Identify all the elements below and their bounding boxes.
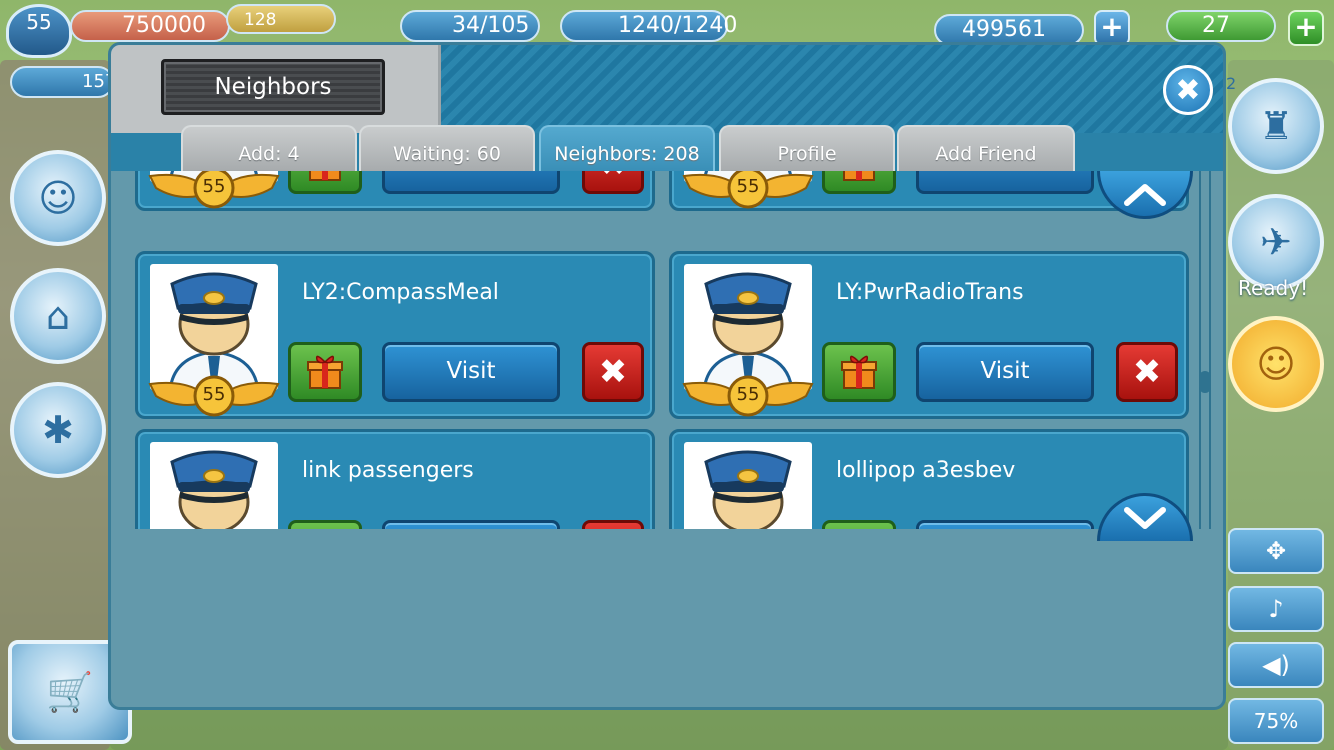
player-level: 55: [26, 10, 52, 34]
level-badge-value: 55: [202, 384, 226, 405]
zoom-level[interactable]: 75%: [1228, 698, 1324, 744]
visit-button[interactable]: Visit: [916, 171, 1094, 194]
vehicles-button[interactable]: ✱: [10, 382, 106, 478]
tab-neighbors[interactable]: Neighbors: 208: [539, 125, 715, 171]
stars-counter: 128: [226, 4, 336, 34]
pilot-avatar-icon: [702, 272, 794, 390]
close-icon: ✖: [1132, 352, 1162, 392]
neighbor-card: 55 Visit ✖: [135, 171, 655, 211]
bucks-value: 499561: [962, 17, 1046, 42]
scroll-thumb[interactable]: [1199, 371, 1211, 393]
dialog-title: Neighbors: [161, 59, 385, 115]
tickets-value: 27: [1202, 13, 1230, 38]
neighbor-avatar: [684, 442, 812, 529]
move-icon: ✥: [1265, 537, 1287, 565]
neighbor-card: 55 LY:PwrRadioTrans Visit ✖: [669, 251, 1189, 419]
send-gift-button[interactable]: [822, 342, 896, 402]
close-icon: ✖: [599, 171, 628, 184]
coins-counter: 750000: [70, 10, 230, 42]
remove-neighbor-button[interactable]: ✖: [1116, 342, 1178, 402]
neighbor-card: 55link passengersVisit✖: [135, 429, 655, 529]
neighbor-card: 55 LY2:CompassMeal Visit ✖: [135, 251, 655, 419]
move-tool-button[interactable]: ✥: [1228, 528, 1324, 574]
population-counter: 157: [10, 66, 116, 98]
level-badge-value: 55: [736, 176, 760, 197]
gift-icon: [309, 171, 341, 181]
speaker-icon: ◀): [1262, 651, 1290, 679]
airplane-icon: ✈: [1260, 220, 1292, 264]
mood-button[interactable]: ☺: [1228, 316, 1324, 412]
control-tower-button[interactable]: ♜: [1228, 78, 1324, 174]
advisor-button[interactable]: ☺: [10, 150, 106, 246]
visit-button[interactable]: Visit: [382, 520, 560, 529]
gift-icon: [307, 355, 343, 389]
send-gift-button[interactable]: [288, 171, 362, 194]
neighbor-avatar: [684, 264, 812, 390]
visit-button[interactable]: Visit: [382, 171, 560, 194]
visit-button[interactable]: Visit: [382, 342, 560, 402]
pilot-avatar-icon: [170, 450, 258, 529]
neighbor-name: LY:PwrRadioTrans: [836, 280, 1024, 305]
advisor-icon: ☺: [38, 176, 78, 220]
music-off-icon: ♪: [1268, 595, 1284, 623]
smiley-icon: ☺: [1256, 342, 1296, 386]
zoom-value: 75%: [1253, 709, 1299, 733]
close-button[interactable]: ✖: [1163, 65, 1213, 115]
tab-add-friend[interactable]: Add Friend: [897, 125, 1075, 171]
visit-button[interactable]: Visit: [916, 520, 1094, 529]
player-level-badge[interactable]: 55: [6, 4, 72, 58]
sound-toggle-button[interactable]: ◀): [1228, 642, 1324, 688]
close-icon: ✖: [598, 352, 628, 392]
tower-icon: ♜: [1258, 104, 1294, 148]
passengers-value: 34/105: [452, 13, 530, 38]
fan-icon: ✱: [42, 408, 74, 452]
gift-icon: [843, 171, 875, 181]
level-badge: 55: [680, 374, 816, 418]
construction-button[interactable]: ⌂: [10, 268, 106, 364]
neighbor-name: LY2:CompassMeal: [302, 280, 499, 305]
level-badge-value: 55: [202, 176, 226, 197]
level-badge: 55: [146, 171, 282, 210]
shopping-cart-icon: 🛒: [46, 669, 94, 714]
passengers-counter: 34/105: [400, 10, 540, 42]
radar-count: 2: [1226, 74, 1237, 93]
neighbor-name: lollipop a3esbev: [836, 458, 1016, 483]
level-badge-value: 55: [736, 384, 760, 405]
neighbor-avatar: [150, 264, 278, 390]
coins-value: 750000: [122, 13, 206, 38]
chevron-up-icon: [1124, 183, 1166, 206]
neighbors-list[interactable]: 55Visit✖55Visit✖55LY2:CompassMealVisit✖5…: [135, 171, 1203, 529]
stars-value: 128: [244, 10, 277, 30]
close-icon: ✖: [1175, 72, 1201, 108]
level-badge: 55: [146, 374, 282, 418]
pilot-avatar-icon: [704, 450, 792, 529]
neighbor-avatar: [150, 442, 278, 529]
send-gift-button[interactable]: [288, 520, 362, 529]
level-badge: 55: [680, 171, 816, 210]
remove-neighbor-button[interactable]: ✖: [582, 171, 644, 194]
send-gift-button[interactable]: [822, 171, 896, 194]
tickets-counter: 27: [1166, 10, 1276, 42]
remove-neighbor-button[interactable]: ✖: [582, 342, 644, 402]
send-gift-button[interactable]: [822, 520, 896, 529]
chevron-down-icon: [1124, 506, 1166, 529]
add-bucks-button[interactable]: +: [1094, 10, 1130, 46]
ready-label: Ready!: [1238, 276, 1309, 300]
send-gift-button[interactable]: [288, 342, 362, 402]
scrollbar[interactable]: [1199, 171, 1211, 529]
remove-neighbor-button[interactable]: ✖: [582, 520, 644, 529]
hardhat-icon: ⌂: [45, 294, 71, 338]
tab-profile[interactable]: Profile: [719, 125, 895, 171]
cargo-counter: 1240/1240: [560, 10, 737, 42]
music-toggle-button[interactable]: ♪: [1228, 586, 1324, 632]
tab-add[interactable]: Add: 4: [181, 125, 357, 171]
pilot-avatar-icon: [168, 272, 260, 390]
neighbor-name: link passengers: [302, 458, 474, 483]
neighbors-dialog: Neighbors Add: 4 Waiting: 60 Neighbors: …: [108, 42, 1226, 710]
tab-waiting[interactable]: Waiting: 60: [359, 125, 535, 171]
add-tickets-button[interactable]: +: [1288, 10, 1324, 46]
gift-icon: [841, 355, 877, 389]
visit-button[interactable]: Visit: [916, 342, 1094, 402]
cargo-value: 1240/1240: [618, 13, 738, 38]
